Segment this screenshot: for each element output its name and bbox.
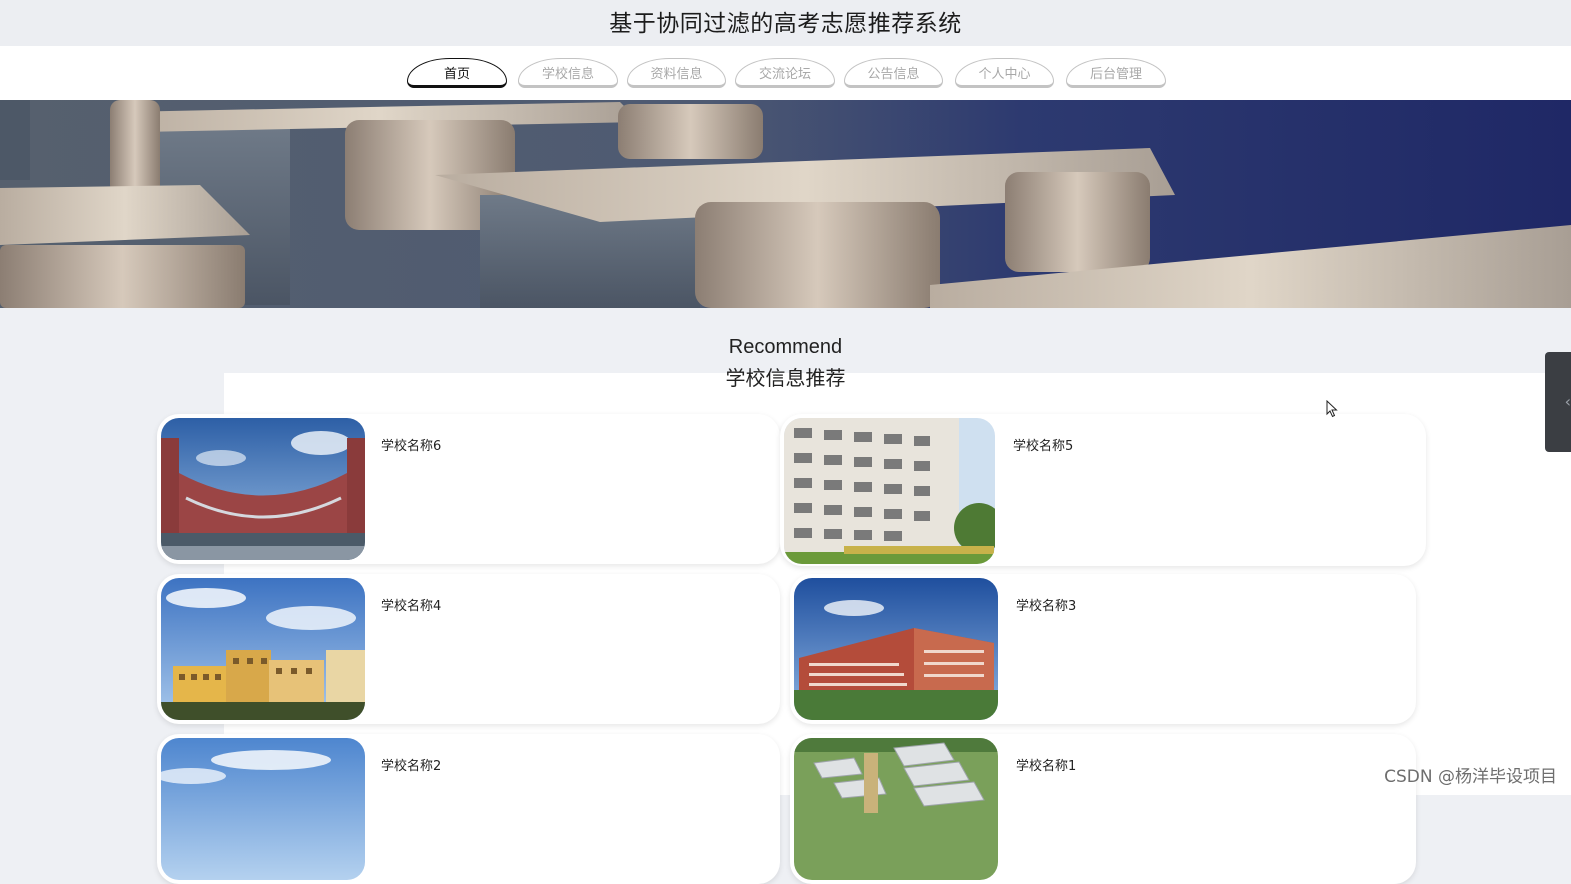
watermark: CSDN @杨洋毕设项目 [1384,767,1557,787]
school-photo-yellow-buildings [161,578,365,720]
nav-tab-home[interactable]: 首页 [407,58,507,88]
school-card[interactable]: 学校名称6 [157,414,780,564]
school-name[interactable]: 学校名称2 [381,755,441,774]
section-title-en: Recommend [728,336,843,358]
school-card[interactable]: 学校名称2 [157,734,780,884]
chevron-left-icon: ‹ [1564,392,1571,411]
mouse-cursor-icon [1326,399,1338,422]
school-image[interactable] [794,738,998,880]
school-image[interactable] [161,738,365,880]
school-name[interactable]: 学校名称1 [1016,755,1076,774]
school-card[interactable]: 学校名称3 [790,574,1416,724]
main-nav: 首页 学校信息 资料信息 交流论坛 公告信息 个人中心 后台管理 [0,46,1571,100]
school-image[interactable] [794,578,998,720]
site-title: 基于协同过滤的高考志愿推荐系统 [609,11,962,37]
school-image[interactable] [161,578,365,720]
school-name[interactable]: 学校名称5 [1013,435,1073,454]
title-bar: 基于协同过滤的高考志愿推荐系统 [0,0,1571,46]
school-card[interactable]: 学校名称5 [780,414,1426,566]
nav-tab-school-info[interactable]: 学校信息 [518,58,618,88]
hero-banner-image [0,100,1571,308]
school-card[interactable]: 学校名称1 [790,734,1416,884]
nav-tab-admin[interactable]: 后台管理 [1066,58,1166,88]
school-name[interactable]: 学校名称3 [1016,595,1076,614]
school-photo-dormitory [784,418,995,564]
nav-tab-personal-center[interactable]: 个人中心 [955,58,1054,88]
school-photo-sky [161,738,365,880]
nav-tab-forum[interactable]: 交流论坛 [735,58,835,88]
school-card[interactable]: 学校名称4 [157,574,780,724]
school-name[interactable]: 学校名称4 [381,595,441,614]
school-photo-round-building [161,418,365,560]
school-image[interactable] [161,418,365,560]
school-photo-campus-aerial [794,738,998,880]
school-photo-red-brick-building [794,578,998,720]
nav-tab-announcements[interactable]: 公告信息 [844,58,943,88]
section-title-cn: 学校信息推荐 [725,366,846,390]
side-drawer-toggle[interactable]: ‹ [1545,352,1571,452]
classroom-desks-illustration [0,100,1571,308]
nav-tab-materials[interactable]: 资料信息 [627,58,726,88]
school-image[interactable] [784,418,995,564]
school-name[interactable]: 学校名称6 [381,435,441,454]
